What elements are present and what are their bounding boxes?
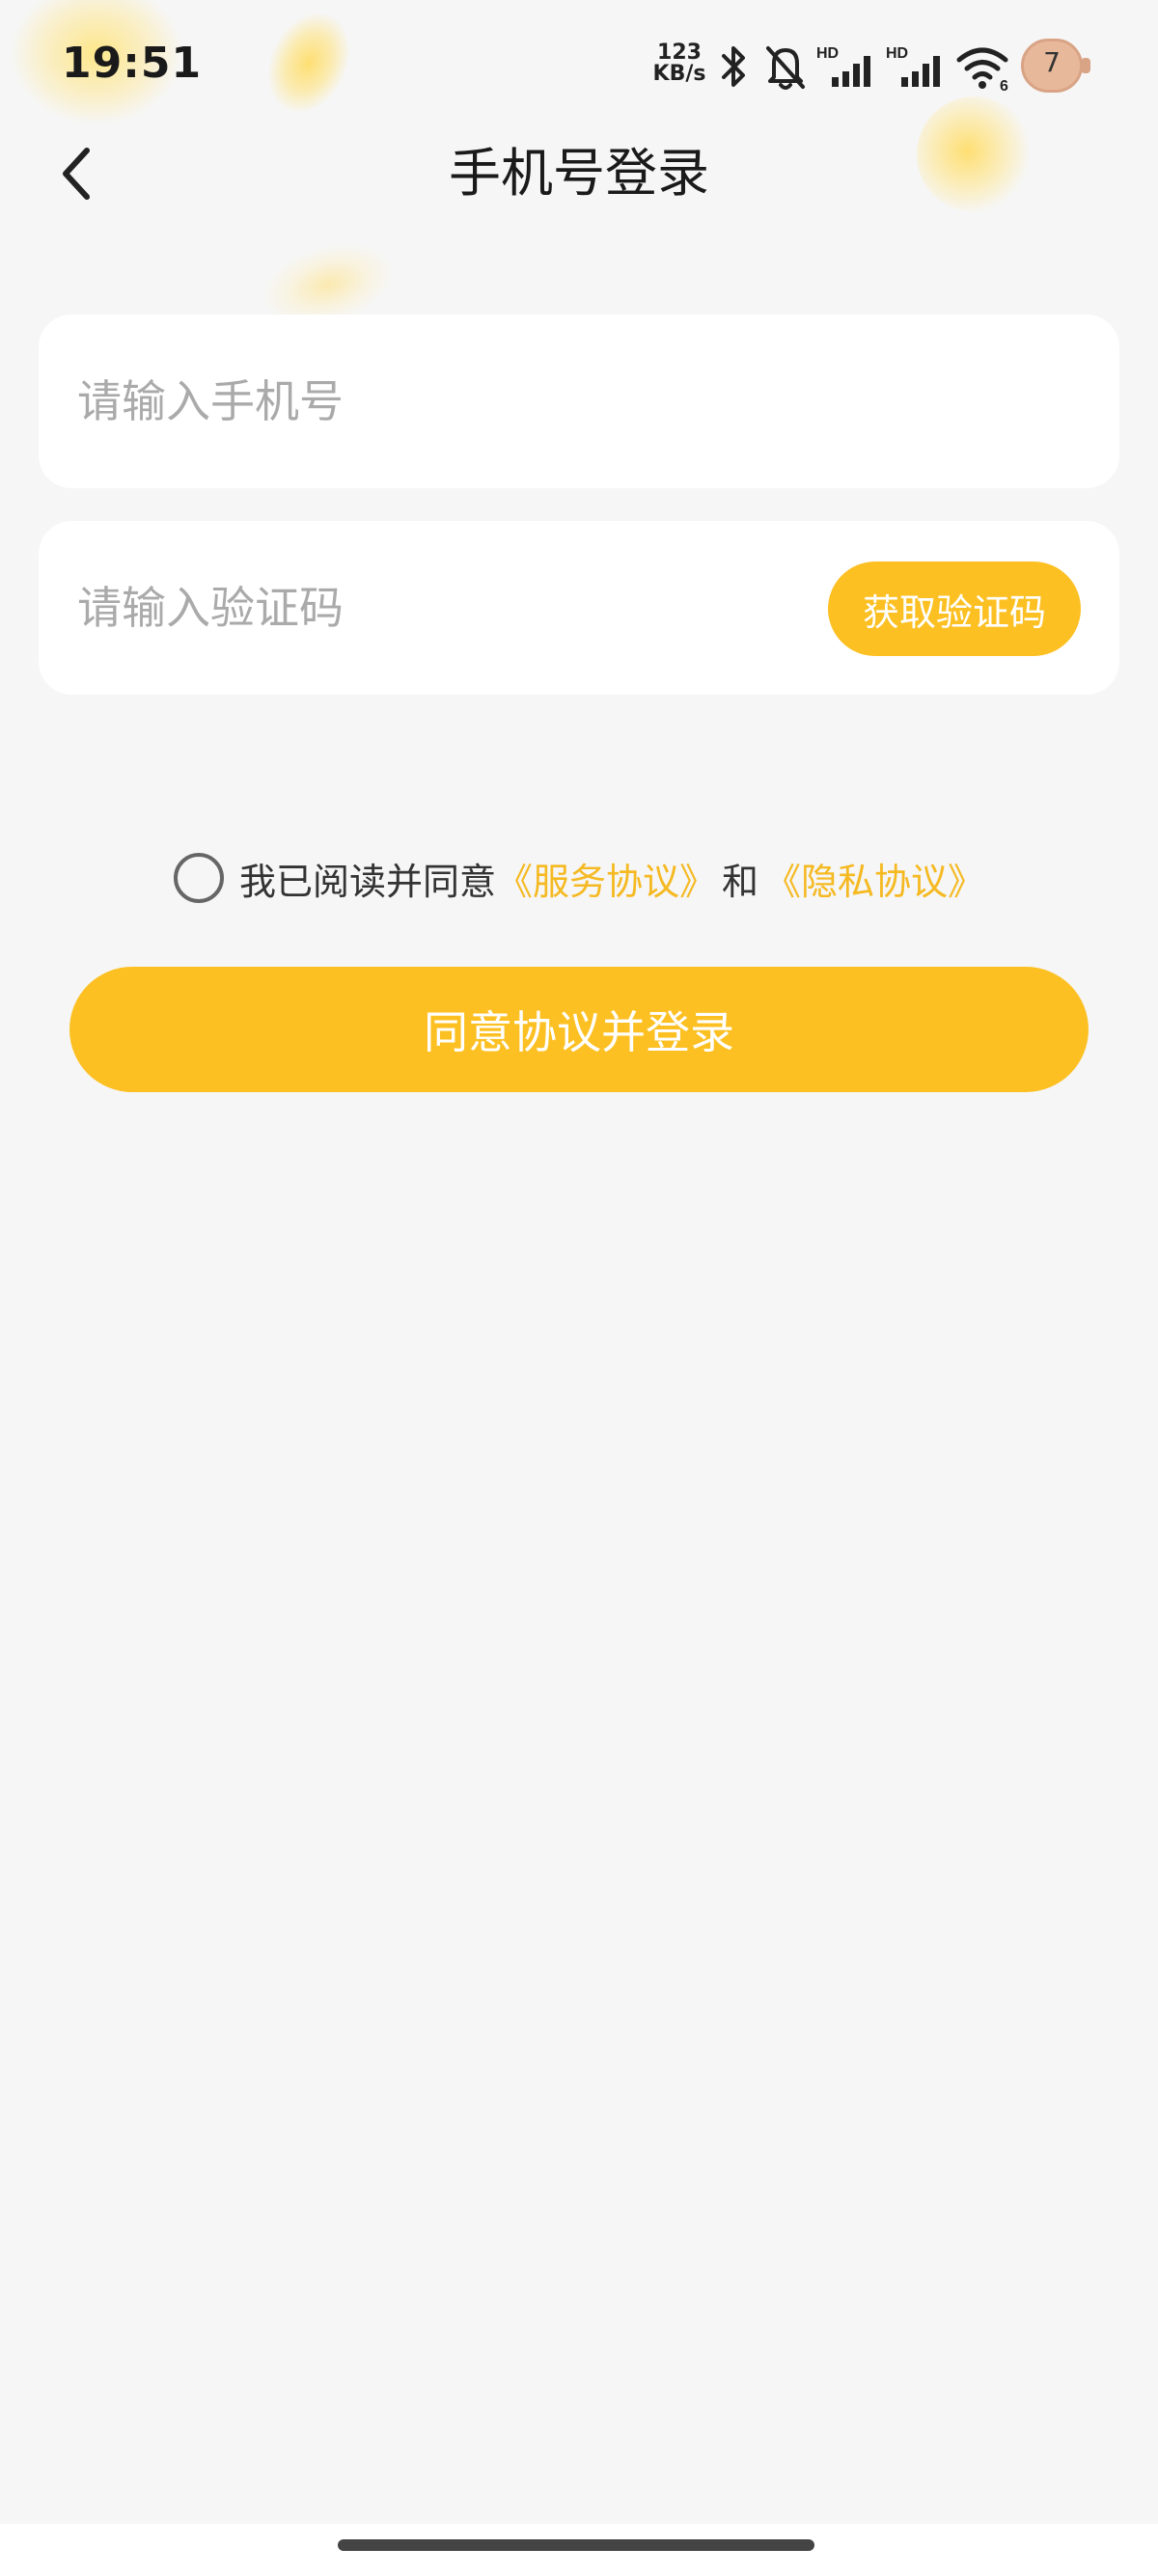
status-time: 19:51 <box>62 39 203 88</box>
signal-icon: HD <box>816 45 870 87</box>
get-code-button[interactable]: 获取验证码 <box>828 562 1081 656</box>
phone-input[interactable] <box>77 363 1081 440</box>
agreement-checkbox[interactable] <box>173 853 224 903</box>
login-screen: 19:51 123 KB/s HD HD 6 7 手机号登录 请输入手机号 请输… <box>0 0 1158 2576</box>
privacy-agreement-link[interactable]: 《隐私协议》 <box>764 852 984 905</box>
service-agreement-link[interactable]: 《服务协议》 <box>496 852 716 905</box>
battery-level: 7 <box>1043 46 1061 78</box>
code-input-card: 获取验证码 <box>39 521 1119 695</box>
agreement-row: 我已阅读并同意 《服务协议》 和 《隐私协议》 <box>0 849 1158 907</box>
bell-muted-icon <box>766 46 805 90</box>
agreement-prefix: 我已阅读并同意 <box>238 860 496 903</box>
verification-code-input[interactable] <box>77 569 811 646</box>
home-indicator[interactable] <box>338 2539 814 2551</box>
signal-label: HD <box>886 45 908 62</box>
navigation-bar <box>0 2524 1158 2576</box>
signal-icon: HD <box>886 45 940 87</box>
network-speed-value: 123 <box>657 41 702 65</box>
wifi-label: 6 <box>1000 78 1008 93</box>
header: 手机号登录 <box>0 135 1158 251</box>
battery-icon: 7 <box>1021 39 1090 93</box>
page-title: 手机号登录 <box>449 143 709 204</box>
network-speed: 123 KB/s <box>650 42 708 85</box>
agreement-and: 和 <box>722 860 759 903</box>
wifi-icon: 6 <box>956 47 1008 93</box>
status-bar: 19:51 123 KB/s HD HD 6 7 <box>0 0 1158 135</box>
phone-input-card <box>39 315 1119 488</box>
agree-and-login-button[interactable]: 同意协议并登录 <box>69 967 1089 1092</box>
network-speed-unit: KB/s <box>652 62 706 86</box>
signal-label: HD <box>816 45 839 62</box>
bluetooth-icon <box>722 46 745 87</box>
